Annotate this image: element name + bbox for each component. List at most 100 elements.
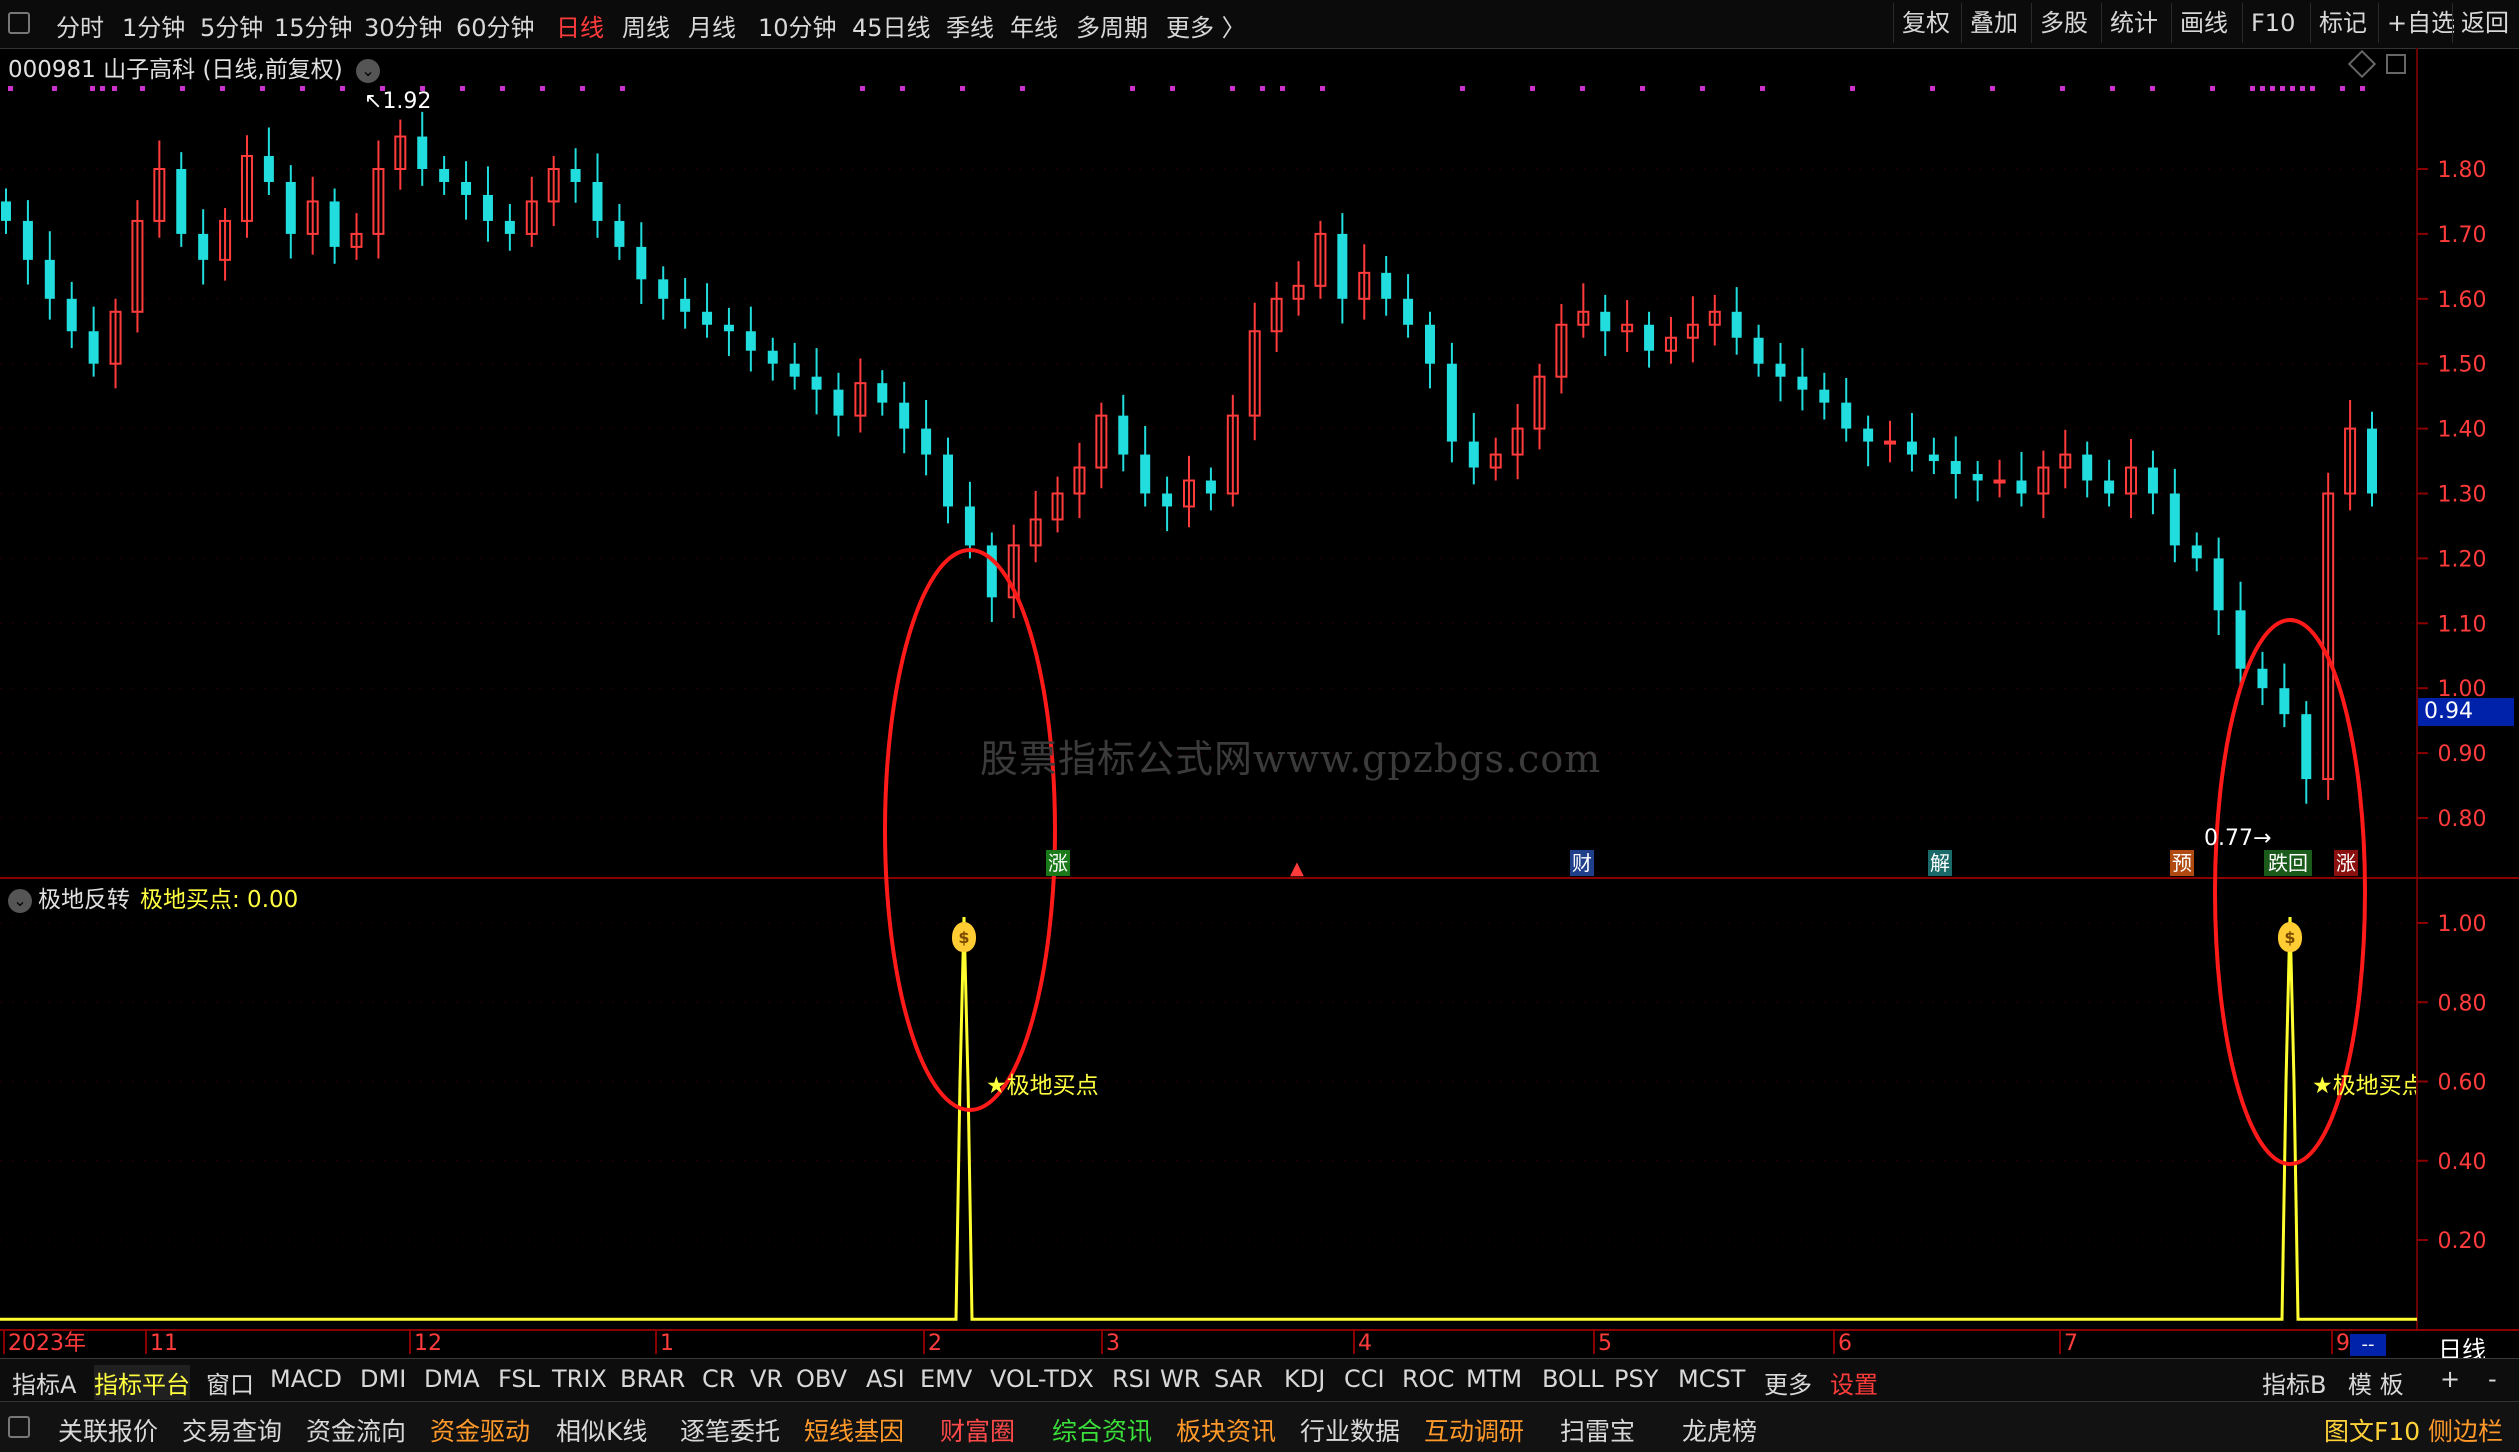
kline-chart[interactable]: 1.80 1.70 1.60 1.50 1.40 1.30 1.20 1.10 1.00 0.90…	[0, 48, 2519, 1358]
indicator-tab[interactable]: 指标平台	[94, 1365, 190, 1400]
indicator-right-button[interactable]: 模 板	[2348, 1365, 2404, 1400]
bottom-tab[interactable]: 综合资讯	[1052, 1412, 1152, 1448]
period-tab[interactable]: 多周期	[1076, 8, 1148, 43]
period-tab[interactable]: 月线	[688, 8, 736, 43]
bottom-tab[interactable]: 相似K线	[556, 1412, 647, 1448]
period-tab[interactable]: 年线	[1010, 8, 1058, 43]
bottom-tab[interactable]: 逐笔委托	[680, 1412, 780, 1448]
candle-body-down	[745, 331, 756, 351]
toolbar-button[interactable]: 统计	[2101, 3, 2166, 43]
bottom-tab[interactable]: 资金流向	[306, 1412, 406, 1448]
indicator-tab[interactable]: PSY	[1614, 1365, 1658, 1393]
indicator-tab[interactable]: DMI	[360, 1365, 406, 1393]
indicator-tab[interactable]: 设置	[1830, 1365, 1878, 1400]
period-tab[interactable]: 45日线	[852, 8, 931, 43]
indicator-tab[interactable]: RSI	[1112, 1365, 1151, 1393]
bottom-tab[interactable]: 交易查询	[182, 1412, 282, 1448]
event-tag-unlock[interactable]: 解	[1928, 850, 1952, 876]
event-tag-up[interactable]: 涨	[1046, 850, 1070, 876]
watermark: 股票指标公式网www.gpzbgs.com	[980, 737, 1602, 781]
candle-body-down	[504, 220, 515, 234]
bottom-tab[interactable]: 龙虎榜	[1682, 1412, 1757, 1448]
indicator-tab[interactable]: BRAR	[620, 1365, 685, 1393]
indicator-tick-label: 1.00	[2438, 912, 2487, 937]
event-tag-finance[interactable]: 财	[1570, 850, 1594, 876]
indicator-tab[interactable]: KDJ	[1284, 1365, 1325, 1393]
bottom-tab[interactable]: 资金驱动	[430, 1412, 530, 1448]
bottom-tab[interactable]: 互动调研	[1424, 1412, 1524, 1448]
indicator-tab[interactable]: MTM	[1466, 1365, 1522, 1393]
indicator-tab[interactable]: WR	[1160, 1365, 1200, 1393]
indicator-right-button[interactable]: 指标B	[2262, 1365, 2326, 1400]
window-menu-icon[interactable]	[8, 12, 30, 34]
bottom-tab[interactable]: 关联报价	[58, 1412, 158, 1448]
period-tab[interactable]: 分时	[56, 8, 104, 43]
indicator-tab[interactable]: VR	[750, 1365, 783, 1393]
period-tab[interactable]: 更多 〉	[1166, 8, 1246, 43]
indicator-tab[interactable]: CR	[702, 1365, 735, 1393]
indicator-tab[interactable]: ASI	[866, 1365, 905, 1393]
bottom-tab[interactable]: 行业数据	[1300, 1412, 1400, 1448]
indicator-tab[interactable]: SAR	[1214, 1365, 1263, 1393]
candle-body-down	[1644, 324, 1655, 351]
period-tab[interactable]: 5分钟	[200, 8, 263, 43]
bottom-right-button[interactable]: 图文F10	[2324, 1412, 2420, 1448]
indicator-tab[interactable]: BOLL	[1542, 1365, 1604, 1393]
period-tab[interactable]: 周线	[622, 8, 670, 43]
toolbar-button[interactable]: 多股	[2031, 3, 2096, 43]
indicator-tab[interactable]: TRIX	[552, 1365, 607, 1393]
toolbar-button[interactable]: F10	[2242, 3, 2303, 43]
price-tick-label: 1.60	[2438, 288, 2487, 313]
indicator-tab[interactable]: ROC	[1402, 1365, 1454, 1393]
candle-body-down	[1468, 441, 1479, 468]
event-tag-fallback[interactable]: 跌回	[2264, 850, 2312, 876]
bottom-tab[interactable]: 扫雷宝	[1560, 1412, 1635, 1448]
toolbar-button[interactable]: 叠加	[1961, 3, 2026, 43]
indicator-tab[interactable]: MACD	[270, 1365, 342, 1393]
indicator-tab[interactable]: CCI	[1344, 1365, 1385, 1393]
period-tab[interactable]: 1分钟	[122, 8, 185, 43]
bottom-right-button[interactable]: 侧边栏	[2428, 1412, 2503, 1448]
period-tab[interactable]: 日线	[556, 8, 604, 43]
low-price-label: 0.77→	[2204, 826, 2272, 851]
indicator-tick-label: 0.20	[2438, 1229, 2487, 1254]
candle-body-down	[986, 545, 997, 598]
event-tag-rise[interactable]: 涨	[2334, 850, 2358, 876]
indicator-right-button[interactable]: +	[2440, 1365, 2460, 1393]
candle-body-down	[1205, 480, 1216, 494]
toolbar-button[interactable]: +自选	[2378, 3, 2463, 43]
indicator-tab[interactable]: EMV	[920, 1365, 972, 1393]
event-tag-forecast[interactable]: 预	[2170, 850, 2194, 876]
indicator-tab[interactable]: OBV	[796, 1365, 847, 1393]
bottom-tab[interactable]: 财富圈	[940, 1412, 1015, 1448]
bottom-tab[interactable]: 板块资讯	[1176, 1412, 1276, 1448]
candle-body-down	[1819, 389, 1830, 403]
period-tab[interactable]: 60分钟	[456, 8, 535, 43]
candle-body-down	[2213, 558, 2224, 611]
indicator-tick-label: 0.40	[2438, 1150, 2487, 1175]
period-tab[interactable]: 10分钟	[758, 8, 837, 43]
bottom-tab[interactable]: 短线基因	[804, 1412, 904, 1448]
indicator-tab[interactable]: 指标A	[12, 1365, 76, 1400]
indicator-right-button[interactable]: -	[2488, 1365, 2497, 1393]
period-tab[interactable]: 15分钟	[274, 8, 353, 43]
panel-toggle-icon[interactable]	[8, 1416, 30, 1438]
indicator-tab[interactable]: 更多	[1764, 1365, 1812, 1400]
toolbar-button[interactable]: 画线	[2171, 3, 2236, 43]
period-tab[interactable]: 季线	[946, 8, 994, 43]
toolbar-button[interactable]: 复权	[1893, 3, 1958, 43]
indicator-tab[interactable]: 窗口	[206, 1365, 254, 1400]
indicator-name: 极地反转	[38, 887, 130, 913]
chevron-down-icon[interactable]: ⌄	[8, 888, 32, 913]
indicator-tab[interactable]: MCST	[1678, 1365, 1745, 1393]
indicator-tab[interactable]: FSL	[498, 1365, 540, 1393]
toolbar-button[interactable]: 标记	[2310, 3, 2375, 43]
toolbar-button[interactable]: 返回	[2452, 3, 2517, 43]
indicator-tab[interactable]: VOL-TDX	[990, 1365, 1094, 1393]
price-tick-label: 1.10	[2438, 612, 2487, 637]
candle-body-down	[811, 376, 822, 390]
event-arrow-icon[interactable]: ▲	[1290, 858, 1304, 879]
period-tab[interactable]: 30分钟	[364, 8, 443, 43]
date-axis-label: 7	[2064, 1331, 2078, 1356]
indicator-tab[interactable]: DMA	[424, 1365, 480, 1393]
